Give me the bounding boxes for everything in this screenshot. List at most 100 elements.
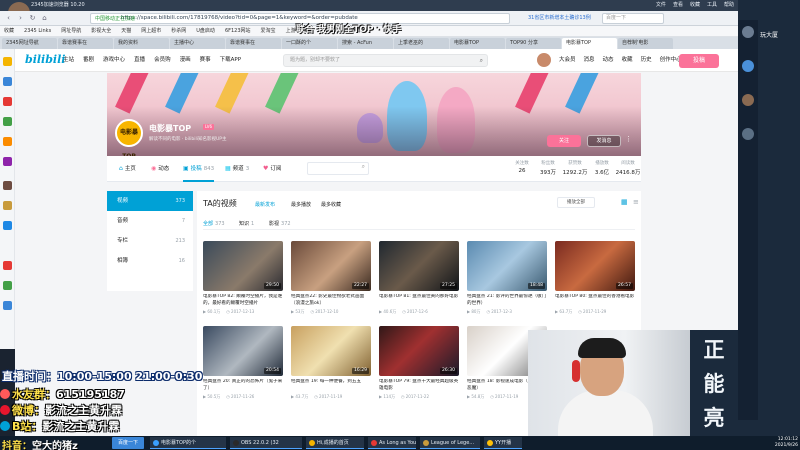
tab-home[interactable]: ⌂ 主页 [119,156,136,182]
video-card[interactable]: 29:50 电影暴TOP 82: 颠覆时空播片，我是谁的，最好看的颠覆时空播片 ▶ … [203,241,283,315]
video-thumbnail[interactable]: 22:27 [291,241,371,291]
app-shortcut-icon[interactable] [3,97,12,106]
grid-view-icon[interactable]: ▦ [621,198,629,206]
nav-link[interactable]: 直播 [134,49,145,72]
bookmark[interactable]: 6F123网站 [225,26,251,36]
bookmark[interactable]: 收藏 [4,26,14,36]
taskbar-clock[interactable]: 12:01:12 2021/9/26 [752,437,798,449]
tab-videos[interactable]: ▣ 投稿 843 [183,156,215,182]
nav-link[interactable]: 漫画 [180,49,191,72]
video-thumbnail[interactable]: 27:25 [379,241,459,291]
video-thumbnail[interactable]: 26:30 [379,326,459,376]
taskbar-app[interactable]: Hi,成播的首页 [306,437,364,449]
refresh-icon[interactable]: ↻ [28,14,37,23]
tab-activity[interactable]: ◉ 动态 [151,156,169,182]
video-thumbnail[interactable]: 26:57 [555,241,635,291]
bookmark[interactable]: U盘启动 [196,26,215,36]
bookmark[interactable]: 网上超市 [141,26,161,36]
browser-search-input[interactable]: 百度一下 [602,13,664,24]
video-title[interactable]: 经典盘点 20: 真正的的恐怖片（鬼子来了） [203,379,283,392]
nav-link[interactable]: 主站 [63,49,74,72]
browser-tab[interactable]: 主播中心 [170,38,225,49]
video-thumbnail[interactable]: 20:54 [203,326,283,376]
browser-tab[interactable]: TOP90 分享 [506,38,561,49]
play-all-button[interactable]: 播放全部 [557,197,595,208]
bookmark[interactable]: 爱淘宝 [261,26,276,36]
menu-tools[interactable]: 工具 [707,0,717,11]
app-shortcut-icon[interactable] [3,117,12,126]
avatar[interactable] [742,128,754,140]
bookmark[interactable]: 2345 Links [24,26,51,36]
video-title[interactable]: 电影暴TOP 81: 盘点最佳黄的那好电影 [379,294,459,307]
app-shortcut-icon[interactable] [3,301,12,310]
tab-subscriptions[interactable]: ♥ 订阅 [263,156,281,182]
user-link[interactable]: 消息 [584,49,595,72]
menu-item-articles[interactable]: 专栏 213 [107,231,193,251]
taskbar-app[interactable]: 电影暴TOP的个 [150,437,226,449]
filter-film[interactable]: 影视 372 [269,220,291,227]
sort-latest[interactable]: 最新发布 [255,201,275,208]
video-card[interactable]: 26:30 电影暴TOP 79: 盘点十大最经典超级英雄电影 ▶ 114万 ◷ 201… [379,326,459,400]
bookmark[interactable]: 秒杀网 [171,26,186,36]
video-card[interactable]: 27:25 电影暴TOP 81: 盘点最佳黄的那好电影 ▶ 40.6万 ◷ 2017-… [379,241,459,315]
taskbar-app[interactable]: As Long as You... [368,437,416,449]
video-thumbnail[interactable]: 16:29 [291,326,371,376]
channel-avatar[interactable]: 电影暴TOP [115,119,143,156]
user-link[interactable]: 大会员 [559,49,576,72]
browser-tab[interactable]: 上季老巫的 [394,38,449,49]
nav-link[interactable]: 下载APP [220,49,241,72]
browser-tab[interactable]: 电影暴TOP [562,38,617,49]
menu-item-audio[interactable]: 音频 7 [107,211,193,231]
app-shortcut-icon[interactable] [3,281,12,290]
back-icon[interactable]: ‹ [4,14,13,23]
list-view-icon[interactable]: ≡ [633,198,641,206]
stat-followers[interactable]: 粉丝数 393万 [535,160,561,176]
app-shortcut-icon[interactable] [3,221,12,230]
bookmark[interactable]: 影视大全 [91,26,111,36]
channel-search-input[interactable]: ⌕ [307,162,369,175]
video-card[interactable]: 22:27 经典盘点22: 影史最佳物欲老式画面（浪漫之旅ok） ▶ 53万 ◷ 20… [291,241,371,315]
browser-tab[interactable]: 靠谱赛事在 [58,38,113,49]
taskbar-app[interactable]: OBS 22.0.2 (32 [230,437,302,449]
video-thumbnail[interactable]: 18:48 [467,241,547,291]
nav-link[interactable]: 会员购 [154,49,171,72]
nav-link[interactable]: 游戏中心 [103,49,125,72]
home-icon[interactable]: ⌂ [40,14,49,23]
video-title[interactable]: 电影暴TOP 80: 盘点最佳的香港看电影 [555,294,635,307]
filter-knowledge[interactable]: 知识 1 [239,220,254,227]
stat-following[interactable]: 关注数 26 [509,160,535,174]
video-title[interactable]: 经典盘点22: 影史最佳物欲老式画面（浪漫之旅ok） [291,294,371,307]
menu-item-videos[interactable]: 视频 373 [107,191,193,211]
bookmark[interactable]: 天猫 [121,26,131,36]
tab-channels[interactable]: ▦ 频道 3 [225,156,249,182]
browser-tab[interactable]: 一口酥的个 [282,38,337,49]
browser-tab[interactable]: 2345网址导航 [2,38,57,49]
video-thumbnail[interactable]: 29:50 [203,241,283,291]
menu-favorites[interactable]: 收藏 [690,0,700,11]
app-shortcut-icon[interactable] [3,201,12,210]
forward-icon[interactable]: › [16,14,25,23]
user-link[interactable]: 动态 [603,49,614,72]
nav-link[interactable]: 赛事 [200,49,211,72]
more-icon[interactable]: ⋮ [625,135,632,143]
upload-button[interactable]: 投稿 [679,54,719,68]
bilibili-logo[interactable]: bilibili [25,53,65,66]
avatar[interactable] [742,94,754,106]
news-ticker[interactable]: 31省区市新增本土确诊13例 [528,14,598,23]
user-link[interactable]: 历史 [641,49,652,72]
browser-tab[interactable]: 电影暴TOP [450,38,505,49]
app-shortcut-icon[interactable] [3,181,12,190]
browser-tab[interactable]: 我的资料 [114,38,169,49]
browser-tab[interactable]: 靠谱赛事在 [226,38,281,49]
video-title[interactable]: 电影暴TOP 79: 盘点十大最经典超级英雄电影 [379,379,459,392]
bookmark[interactable]: 网址导航 [61,26,81,36]
browser-tab[interactable]: 自荐制'电影 [618,38,673,49]
menu-file[interactable]: 文件 [656,0,666,11]
search-icon[interactable]: ⌕ [362,163,365,171]
video-title[interactable]: 经典盘点 19: 每一种便餐，到五五 [291,379,371,392]
site-search-input[interactable]: 题为题，别却不要软了 ⌕ [283,54,488,67]
menu-view[interactable]: 查看 [673,0,683,11]
user-avatar[interactable] [537,53,551,67]
follow-button[interactable]: 关注 [547,135,581,147]
filter-all[interactable]: 全部 373 [203,220,225,227]
